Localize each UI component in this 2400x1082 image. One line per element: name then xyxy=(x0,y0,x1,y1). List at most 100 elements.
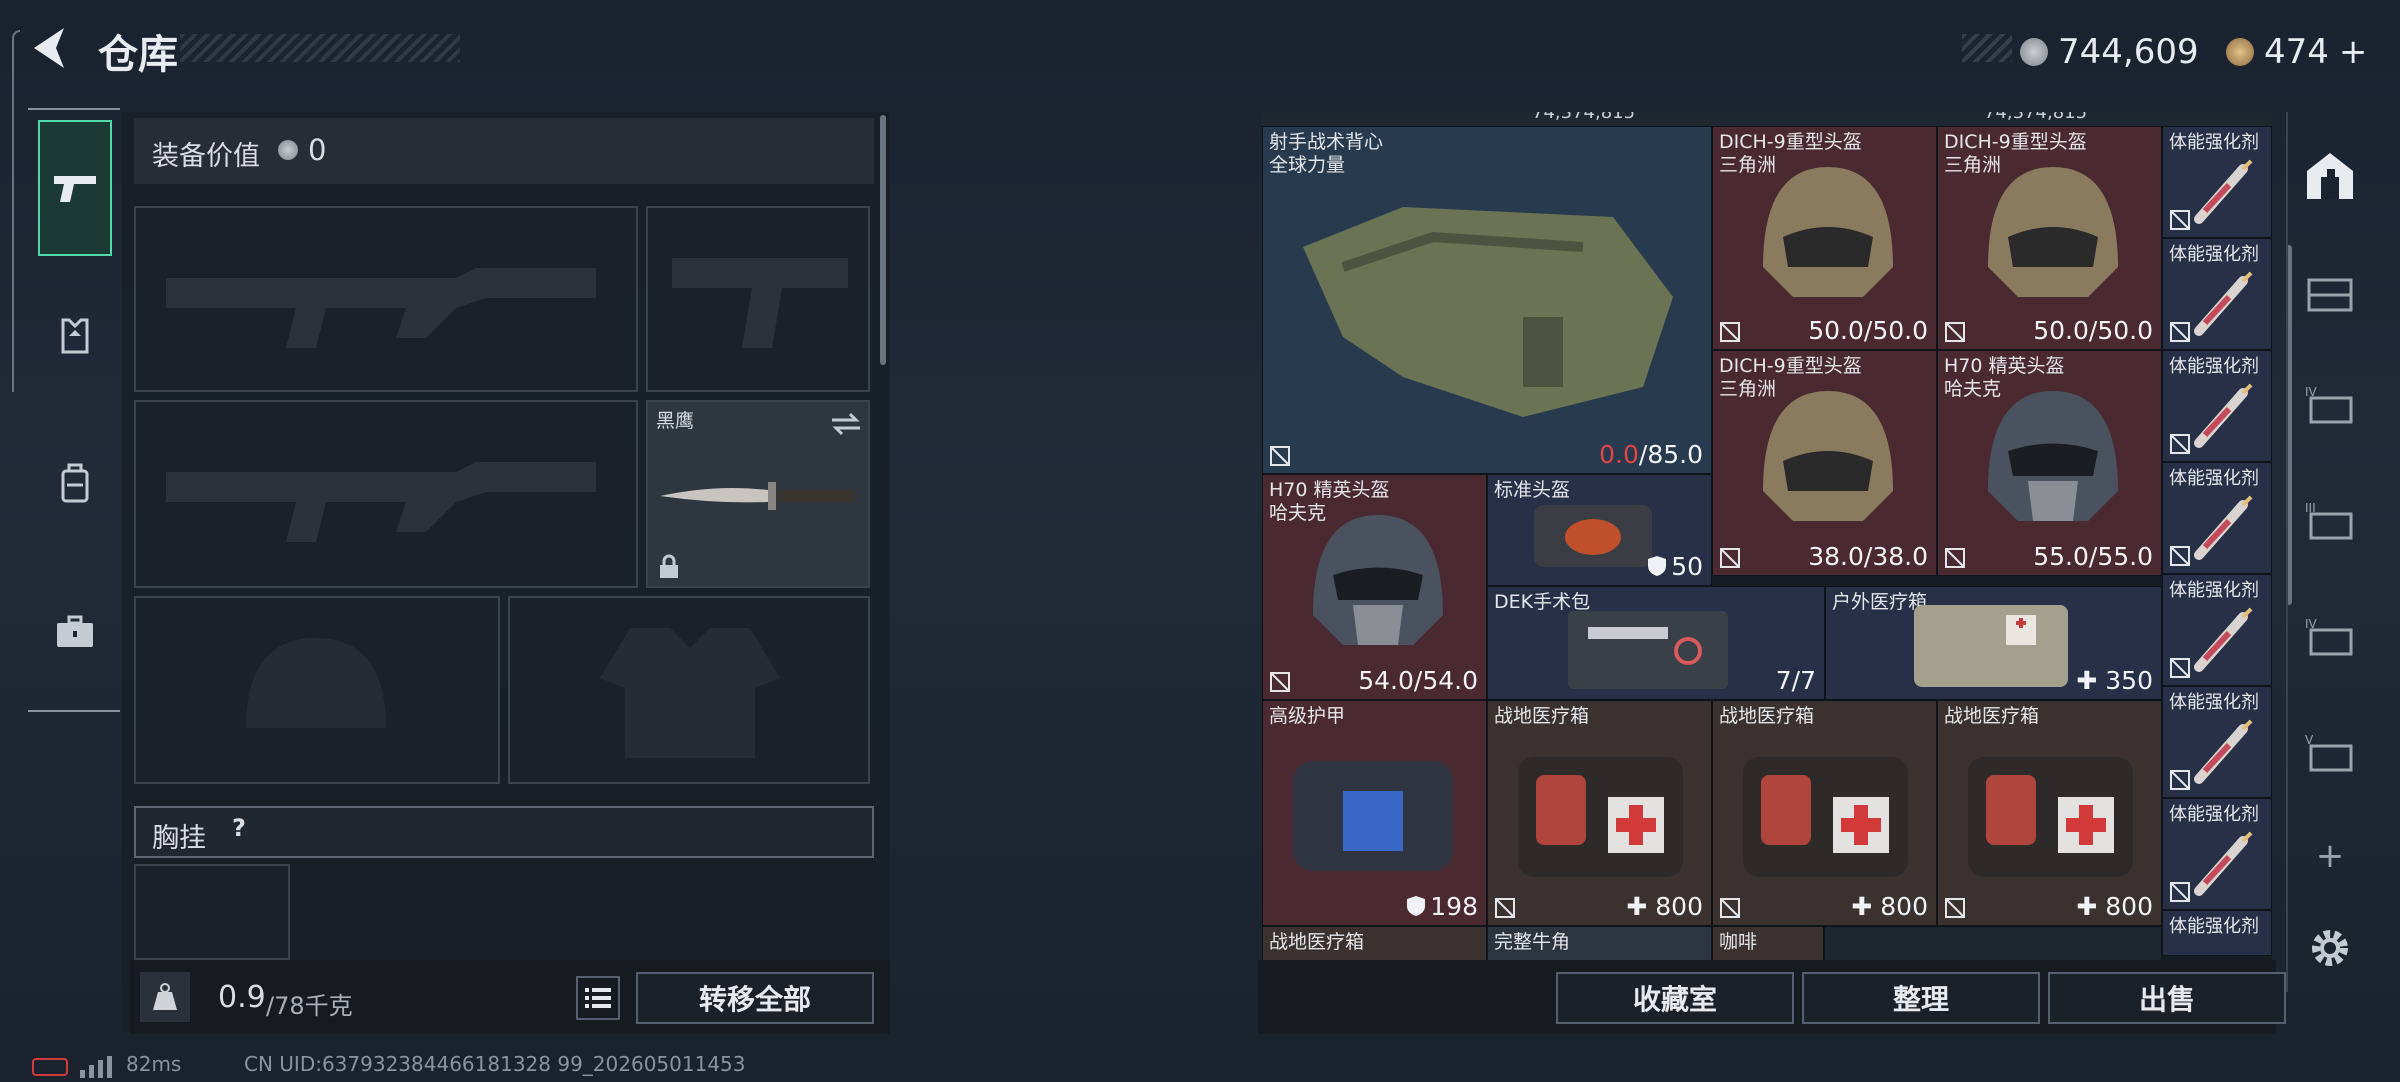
item-stimulant[interactable]: 体能强化剂 xyxy=(2162,350,2272,462)
syringe-icon xyxy=(2194,383,2253,448)
back-arrow-icon xyxy=(34,28,64,68)
battery-icon xyxy=(32,1058,68,1076)
organize-button[interactable]: 整理 xyxy=(1802,972,2040,1024)
vest-icon xyxy=(61,318,89,354)
item-h70-helmet[interactable]: H70 精英头盔 哈夫克 54.0/54.0 xyxy=(1262,474,1487,700)
surgery-kit-icon xyxy=(1568,611,1728,689)
stash-page-2[interactable] xyxy=(2290,262,2370,322)
item-advanced-armor[interactable]: 高级护甲 198 xyxy=(1262,700,1487,926)
stash-page-iv[interactable]: IV xyxy=(2290,374,2370,434)
not-insured-icon xyxy=(1270,672,1290,692)
not-insured-icon xyxy=(2170,210,2190,230)
item-h70-helmet[interactable]: H70 精英头盔 哈夫克 55.0/55.0 xyxy=(1937,350,2162,576)
item-tactical-vest[interactable]: 射手战术背心 全球力量 0.0/85.0 xyxy=(1262,126,1712,474)
not-insured-icon xyxy=(2170,770,2190,790)
not-insured-icon xyxy=(2170,658,2190,678)
item-dich9-helmet[interactable]: DICH-9重型头盔 三角洲 50.0/50.0 xyxy=(1712,126,1937,350)
stash-grid[interactable]: 74,374,815 74,374,815 射手战术背心 全球力量 0.0/85… xyxy=(1262,112,2272,960)
syringe-icon xyxy=(2194,271,2253,336)
not-insured-icon xyxy=(2170,882,2190,902)
transfer-all-button[interactable]: 转移全部 xyxy=(636,972,874,1024)
collection-room-button[interactable]: 收藏室 xyxy=(1556,972,1794,1024)
weight-icon xyxy=(140,972,190,1022)
helmet-item-icon xyxy=(1988,391,2118,521)
sidearm-slot[interactable] xyxy=(646,206,870,392)
briefcase-icon xyxy=(57,615,93,647)
swap-icon[interactable] xyxy=(830,410,862,438)
primary-weapon-slot[interactable] xyxy=(134,206,638,392)
tab-weapons[interactable] xyxy=(38,120,112,256)
stash-actions: 收藏室 整理 出售 xyxy=(1258,960,2286,1034)
stimulant-label: 体能强化剂 xyxy=(2169,468,2259,489)
helmet-slot[interactable] xyxy=(134,596,500,784)
item-stimulant[interactable]: 体能强化剂 xyxy=(2162,910,2272,956)
stimulant-label: 体能强化剂 xyxy=(2169,804,2259,825)
item-stimulant[interactable]: 体能强化剂 xyxy=(2162,126,2272,238)
loadout-scrollbar[interactable] xyxy=(880,115,886,365)
syringe-icon xyxy=(2194,831,2253,896)
coin-icon xyxy=(278,140,298,160)
item-standard-helmet[interactable]: 标准头盔 50 xyxy=(1487,474,1712,586)
item-field-medkit[interactable]: 战地医疗箱 ✚ 800 xyxy=(1712,700,1937,926)
stimulant-label: 体能强化剂 xyxy=(2169,244,2259,265)
pistol-silhouette-icon xyxy=(672,258,848,348)
stash-home-tab[interactable] xyxy=(2290,146,2370,206)
add-currency-button[interactable]: + xyxy=(2339,32,2368,72)
helmet-silhouette-icon xyxy=(246,638,386,728)
stash-page-iv-b[interactable]: IV xyxy=(2290,606,2370,666)
stash-page-iii[interactable]: III xyxy=(2290,490,2370,550)
helmet-item-icon xyxy=(1763,391,1893,521)
add-page-button[interactable]: + xyxy=(2290,826,2370,886)
syringe-icon xyxy=(2194,159,2253,224)
tab-case[interactable] xyxy=(38,564,112,700)
item-field-medkit[interactable]: 战地医疗箱 xyxy=(1262,926,1487,960)
item-dek-surgery-kit[interactable]: DEK手术包 7/7 xyxy=(1487,586,1825,700)
tab-armor[interactable] xyxy=(38,268,112,404)
stimulant-label: 体能强化剂 xyxy=(2169,692,2259,713)
tab-backpack[interactable] xyxy=(38,416,112,552)
empty-slot[interactable] xyxy=(1824,926,2162,960)
shield-icon xyxy=(1407,896,1426,916)
signal-icon xyxy=(80,1056,112,1082)
item-stimulant[interactable]: 体能强化剂 xyxy=(2162,798,2272,910)
not-insured-icon xyxy=(1270,446,1290,466)
not-insured-icon xyxy=(1720,548,1740,568)
item-coffee[interactable]: 咖啡 xyxy=(1712,926,1824,960)
item-stimulant[interactable]: 体能强化剂 xyxy=(2162,686,2272,798)
right-rail-border xyxy=(2286,112,2288,992)
stash-page-v[interactable]: V xyxy=(2290,722,2370,782)
body-armor-slot[interactable] xyxy=(508,596,870,784)
item-dich9-helmet[interactable]: DICH-9重型头盔 三角洲 50.0/50.0 xyxy=(1937,126,2162,350)
syringe-icon xyxy=(2194,607,2253,672)
item-stimulant[interactable]: 体能强化剂 xyxy=(2162,462,2272,574)
help-icon[interactable]: ? xyxy=(224,814,254,844)
equipment-value-bar: 装备价值 0 xyxy=(134,118,874,184)
chest-rig-slot[interactable] xyxy=(134,864,290,960)
rifle-silhouette-icon xyxy=(166,268,596,348)
list-view-button[interactable] xyxy=(576,976,620,1020)
item-field-medkit[interactable]: 战地医疗箱 ✚ 800 xyxy=(1487,700,1712,926)
melee-slot[interactable]: 黑鹰 xyxy=(646,400,870,588)
item-field-medkit[interactable]: 战地医疗箱 ✚ 800 xyxy=(1937,700,2162,926)
item-stimulant[interactable]: 体能强化剂 xyxy=(2162,238,2272,350)
settings-button[interactable] xyxy=(2290,918,2370,978)
item-outdoor-medkit[interactable]: 户外医疗箱 ✚ 350 xyxy=(1825,586,2162,700)
back-button[interactable] xyxy=(28,24,72,72)
lock-icon xyxy=(660,554,678,578)
stimulant-column: 体能强化剂 体能强化剂 体能强化剂 体能强化剂 体能强化剂 体能强化剂 体能强化剂 体能强化剂 xyxy=(2162,126,2272,960)
stimulant-label: 体能强化剂 xyxy=(2169,580,2259,601)
stimulant-label: 体能强化剂 xyxy=(2169,356,2259,377)
stash-page-rail: IV III IV V + xyxy=(2290,112,2370,992)
pistol-icon xyxy=(54,176,96,202)
rail-divider-top xyxy=(28,108,120,110)
item-stimulant[interactable]: 体能强化剂 xyxy=(2162,574,2272,686)
not-insured-icon xyxy=(1945,898,1965,918)
secondary-weapon-slot[interactable] xyxy=(134,400,638,588)
item-dich9-helmet[interactable]: DICH-9重型头盔 三角洲 38.0/38.0 xyxy=(1712,350,1937,576)
not-insured-icon xyxy=(1495,898,1515,918)
first-aid-case-icon xyxy=(1743,757,1908,877)
sell-button[interactable]: 出售 xyxy=(2048,972,2286,1024)
rail-divider-bottom xyxy=(28,710,120,712)
item-horn[interactable]: 完整牛角 xyxy=(1487,926,1712,960)
ping-text: 82ms xyxy=(126,1052,182,1076)
